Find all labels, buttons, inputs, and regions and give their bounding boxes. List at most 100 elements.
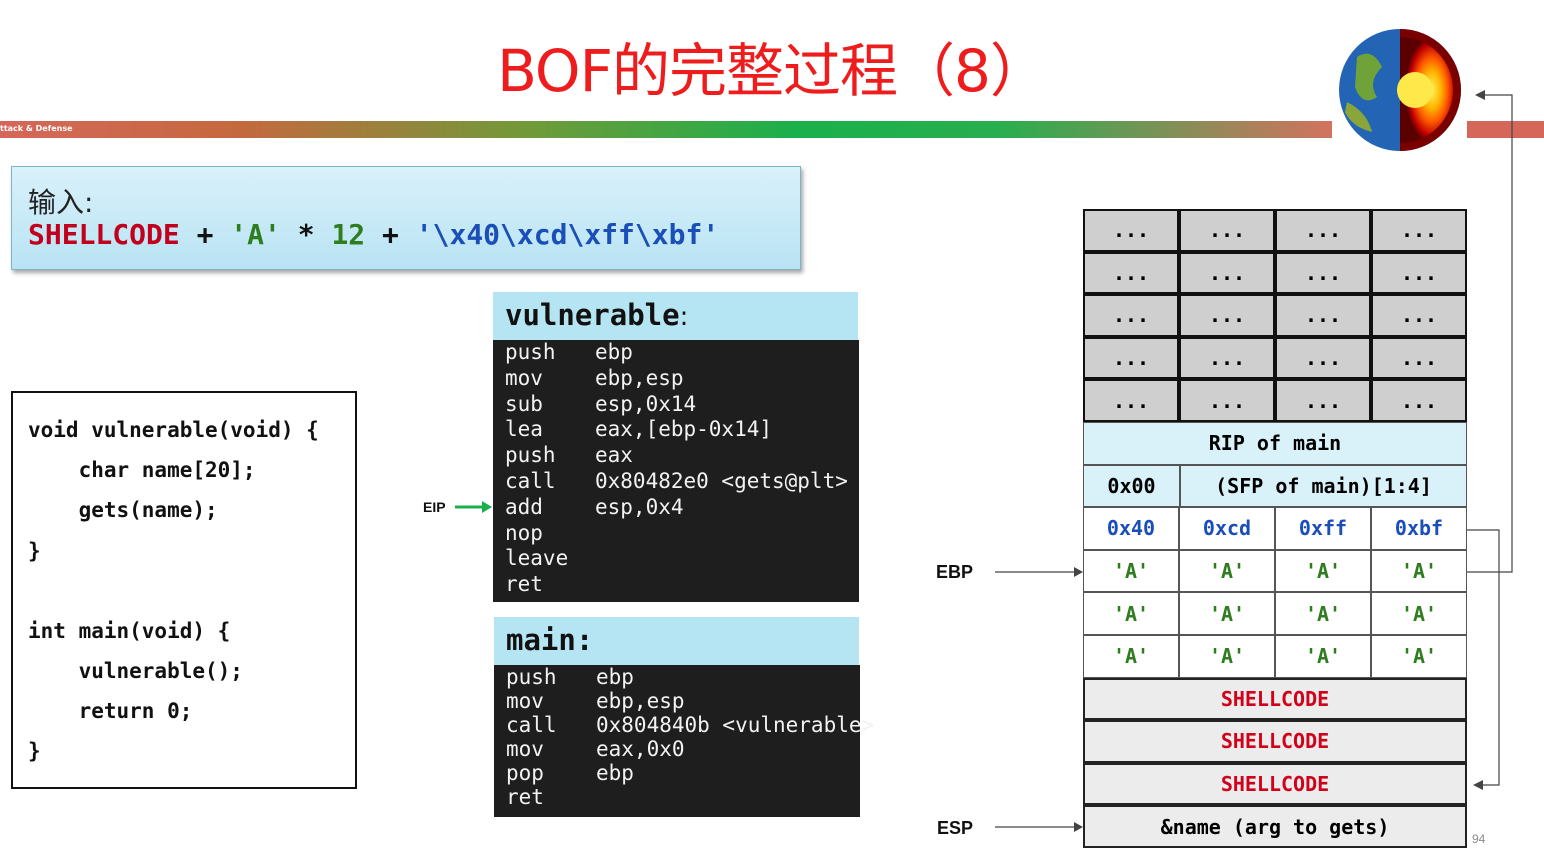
stack-cell: 'A' [1083,592,1179,635]
payload-expression: SHELLCODE + 'A' * 12 + '\x40\xcd\xff\xbf… [28,218,719,251]
input-label: 输入: [28,186,94,219]
stack-row: SHELLCODE [1083,677,1467,721]
eip-arrow [455,501,492,513]
page-number: 94 [1472,832,1486,846]
stack-row: 'A' 'A' 'A' 'A' [1083,635,1467,678]
asm-line: add esp,0x4 [505,495,684,519]
asm-operand: eax,0x0 [596,737,685,761]
stack-cell: SHELLCODE [1083,762,1467,806]
payload-address: '\x40\xcd\xff\xbf' [415,218,720,251]
asm-opcode: call [505,469,556,493]
stack-cell: ... [1179,294,1275,337]
asm-opcode: ret [506,785,544,809]
asm-opcode: push [506,665,557,689]
asm-line: push eax [505,443,633,467]
payload-shellcode: SHELLCODE [28,218,180,251]
stack-cell: ... [1275,251,1371,295]
ebp-label: EBP [936,562,974,582]
payload-plus: + [179,218,231,251]
stack-cell: 'A' [1083,549,1179,593]
asm-operand: ebp,esp [596,689,685,713]
asm-line: call 0x80482e0 <gets@plt> [505,469,848,493]
payload-plus: + [365,218,416,251]
main-asm-title: main: [494,617,859,665]
asm-opcode: lea [505,417,543,442]
header-bar-text: ttack & Defense [0,124,73,133]
stack-cell: SHELLCODE [1083,720,1467,763]
stack-cell: 'A' [1179,635,1275,678]
asm-line: lea eax,[ebp-0x14] [505,417,772,441]
stack-cell: ... [1179,251,1275,295]
asm-opcode: add [505,494,543,519]
asm-opcode: nop [505,520,543,545]
stack-row: 'A' 'A' 'A' 'A' [1083,549,1467,593]
stack-cell: 0xff [1275,507,1371,550]
stack-row: 0x00 (SFP of main)[1:4] [1083,464,1467,508]
stack-cell: &name (arg to gets) [1083,805,1467,848]
asm-opcode: mov [506,737,544,761]
asm-line: call 0x804840b <vulnerable> [506,713,874,737]
stack-cell: ... [1083,336,1179,380]
asm-operand: 0x804840b <vulnerable> [596,713,875,737]
stack-cell: ... [1083,294,1179,337]
stack-cell: 0x00 [1083,464,1180,508]
source-line: return 0; [28,699,193,723]
stack-row: ............ [1083,294,1467,337]
asm-line: sub esp,0x14 [505,392,696,416]
earth-core-logo [1339,29,1461,151]
stack-cell: ... [1371,336,1467,380]
stack-cell: 'A' [1371,549,1467,593]
stack-row: RIP of main [1083,422,1467,465]
payload-times: * [280,218,332,251]
stack-cell: RIP of main [1083,422,1467,465]
stack-cell: 0xbf [1371,507,1467,550]
stack-cell: SHELLCODE [1083,677,1467,721]
stack-cell: ... [1179,336,1275,380]
stack-row: 0x40 0xcd 0xff 0xbf [1083,507,1467,550]
stack-cell: 0xcd [1179,507,1275,550]
stack-row: ............ [1083,209,1467,252]
asm-operand: ebp [595,340,633,364]
stack-row: SHELLCODE [1083,762,1467,806]
asm-line: push ebp [505,340,633,364]
vulnerable-asm-listing: push ebp mov ebp,esp sub esp,0x14 lea eax,[ebp-… [493,340,859,602]
asm-operand: 0x80482e0 <gets@plt> [595,469,848,493]
source-line: } [28,539,41,563]
stack-row: &name (arg to gets) [1083,805,1467,848]
stack-row: ............ [1083,336,1467,380]
stack-cell: 'A' [1371,592,1467,635]
stack-row: ............ [1083,379,1467,422]
stack-cell: ... [1275,336,1371,380]
stack-cell: ... [1179,379,1275,422]
stack-cell: 0x40 [1083,507,1179,550]
stack-cell: ... [1083,379,1179,422]
source-line: gets(name); [28,498,218,522]
stack-cell: ... [1371,379,1467,422]
stack-cell: 'A' [1275,635,1371,678]
source-line: void vulnerable(void) { [28,418,319,442]
stack-cell: 'A' [1275,592,1371,635]
main-asm-listing: push ebp mov ebp,esp call 0x804840b <vulnerab… [494,665,874,817]
asm-opcode: sub [505,391,543,416]
stack-cell: ... [1083,209,1179,252]
asm-opcode: pop [506,761,544,785]
stack-cell: 'A' [1179,549,1275,593]
source-line: char name[20]; [28,458,256,482]
payload-count: 12 [331,218,366,251]
source-line: } [28,739,41,763]
vulnerable-asm-name: vulnerable [505,298,680,332]
asm-line: pop ebp [506,761,634,785]
stack-cell: (SFP of main)[1:4] [1180,464,1467,508]
asm-operand: eax [595,443,633,468]
stack-row: SHELLCODE [1083,720,1467,763]
asm-operand: ebp,esp [595,365,684,390]
asm-line: leave [505,546,595,570]
asm-operand: ebp [596,665,634,689]
asm-opcode: call [506,713,557,737]
source-line: vulnerable(); [28,659,243,683]
asm-line: push ebp [506,665,634,689]
stack-row: ............ [1083,251,1467,295]
return-flow-arrows [1467,90,1513,790]
esp-arrow [995,822,1083,832]
stack-cell: ... [1275,209,1371,252]
